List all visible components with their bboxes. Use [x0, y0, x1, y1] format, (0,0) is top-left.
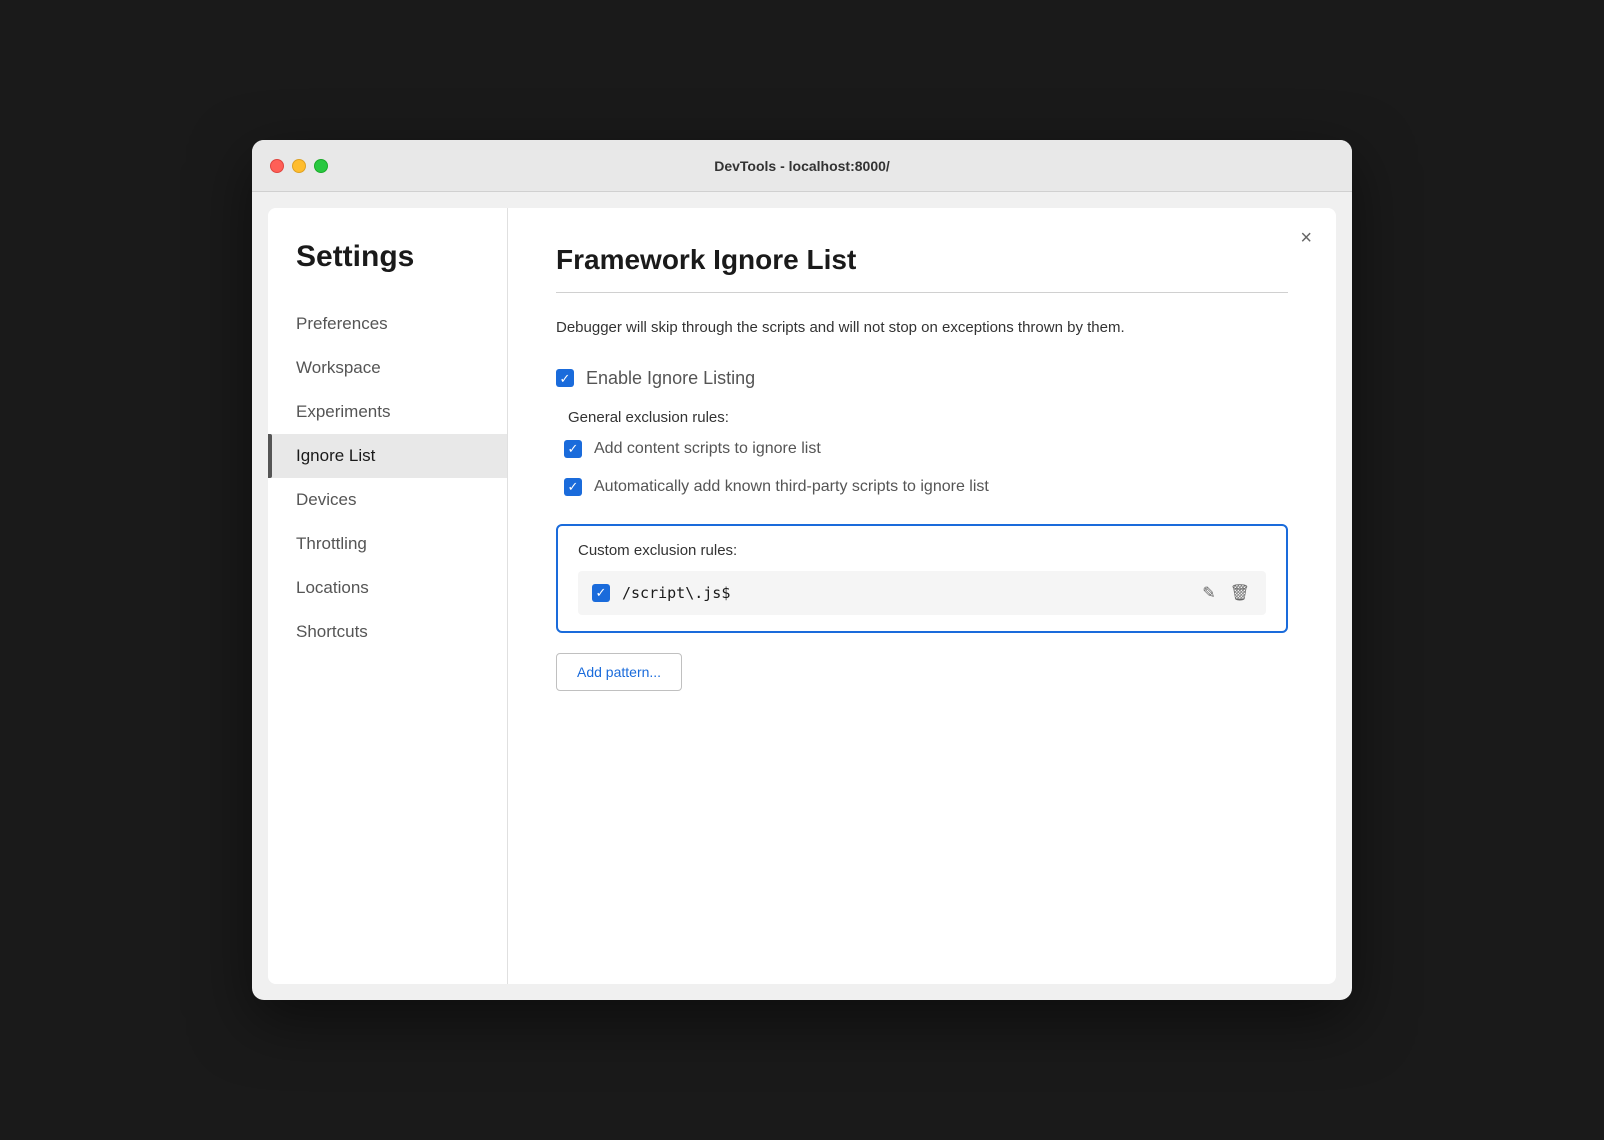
- sidebar: Settings Preferences Workspace Experimen…: [268, 208, 508, 984]
- table-row: ✓ /script\.js$ ✎ 🗑: [578, 571, 1266, 615]
- close-traffic-light[interactable]: [270, 159, 284, 173]
- add-pattern-button[interactable]: Add pattern...: [556, 653, 682, 691]
- rule-actions: ✎ 🗑: [1200, 581, 1252, 605]
- window-body: Settings Preferences Workspace Experimen…: [268, 208, 1336, 984]
- maximize-traffic-light[interactable]: [314, 159, 328, 173]
- general-exclusion-title: General exclusion rules:: [568, 409, 1288, 426]
- checkmark-icon: ✓: [568, 480, 579, 493]
- page-title: Framework Ignore List: [556, 244, 1288, 276]
- sidebar-item-shortcuts[interactable]: Shortcuts: [268, 610, 507, 654]
- delete-rule-button[interactable]: 🗑: [1228, 581, 1252, 605]
- custom-rule-1-pattern: /script\.js$: [622, 584, 1188, 602]
- traffic-lights: [270, 159, 328, 173]
- sidebar-item-workspace[interactable]: Workspace: [268, 346, 507, 390]
- custom-rule-1-checkbox[interactable]: ✓: [592, 584, 610, 602]
- sidebar-item-experiments[interactable]: Experiments: [268, 390, 507, 434]
- trash-icon: 🗑: [1230, 585, 1250, 602]
- general-rule-1-row: ✓ Add content scripts to ignore list: [564, 440, 1288, 458]
- sidebar-item-label: Workspace: [296, 358, 381, 378]
- titlebar: DevTools - localhost:8000/: [252, 140, 1352, 192]
- sidebar-item-label: Experiments: [296, 402, 390, 422]
- sidebar-heading: Settings: [268, 240, 507, 302]
- page-description: Debugger will skip through the scripts a…: [556, 317, 1288, 340]
- custom-exclusion-title: Custom exclusion rules:: [578, 542, 1266, 559]
- edit-rule-button[interactable]: ✎: [1200, 581, 1217, 605]
- checkmark-icon: ✓: [596, 586, 607, 599]
- window-title: DevTools - localhost:8000/: [714, 158, 890, 174]
- enable-ignore-listing-label: Enable Ignore Listing: [586, 368, 755, 389]
- sidebar-item-locations[interactable]: Locations: [268, 566, 507, 610]
- enable-ignore-listing-checkbox[interactable]: ✓: [556, 369, 574, 387]
- sidebar-item-label: Preferences: [296, 314, 388, 334]
- general-rules-section: General exclusion rules: ✓ Add content s…: [564, 409, 1288, 496]
- enable-ignore-listing-row: ✓ Enable Ignore Listing: [556, 368, 1288, 389]
- app-window: DevTools - localhost:8000/ Settings Pref…: [252, 140, 1352, 1000]
- general-rule-2-checkbox[interactable]: ✓: [564, 478, 582, 496]
- general-rule-1-label: Add content scripts to ignore list: [594, 440, 821, 458]
- pencil-icon: ✎: [1202, 585, 1215, 602]
- title-divider: [556, 292, 1288, 293]
- main-content: × Framework Ignore List Debugger will sk…: [508, 208, 1336, 984]
- sidebar-item-label: Shortcuts: [296, 622, 368, 642]
- sidebar-item-preferences[interactable]: Preferences: [268, 302, 507, 346]
- sidebar-item-throttling[interactable]: Throttling: [268, 522, 507, 566]
- checkmark-icon: ✓: [568, 442, 579, 455]
- general-rule-2-row: ✓ Automatically add known third-party sc…: [564, 478, 1288, 496]
- sidebar-item-label: Ignore List: [296, 446, 375, 466]
- close-button[interactable]: ×: [1300, 228, 1312, 248]
- sidebar-item-label: Devices: [296, 490, 356, 510]
- checkmark-icon: ✓: [560, 372, 571, 385]
- minimize-traffic-light[interactable]: [292, 159, 306, 173]
- sidebar-item-ignore-list[interactable]: Ignore List: [268, 434, 507, 478]
- sidebar-item-devices[interactable]: Devices: [268, 478, 507, 522]
- sidebar-item-label: Locations: [296, 578, 369, 598]
- general-rule-2-label: Automatically add known third-party scri…: [594, 478, 989, 496]
- custom-rules-box: Custom exclusion rules: ✓ /script\.js$ ✎…: [556, 524, 1288, 633]
- sidebar-item-label: Throttling: [296, 534, 367, 554]
- general-rule-1-checkbox[interactable]: ✓: [564, 440, 582, 458]
